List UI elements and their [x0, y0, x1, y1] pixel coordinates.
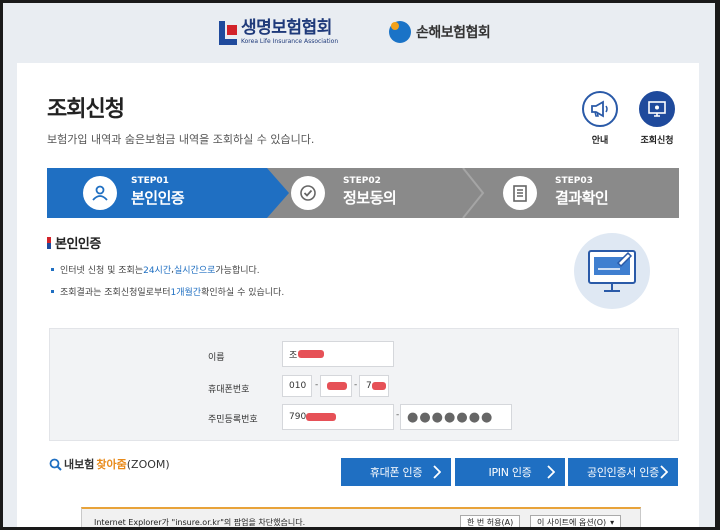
ipin-auth-button[interactable]: IPIN 인증 — [455, 458, 565, 486]
logo-left-korean: 생명보험협회 — [241, 18, 332, 38]
chevron-right-icon — [660, 465, 668, 479]
check-circle-icon — [291, 176, 325, 210]
site-options-button[interactable]: 이 사이트에 옵션(O) ▾ — [530, 515, 622, 527]
phone-middle-field[interactable] — [320, 375, 352, 397]
life-insurance-logo-mark — [219, 20, 237, 45]
phone-prefix-value: 010 — [289, 381, 307, 391]
info-text: 확인하실 수 있습니다. — [201, 288, 285, 298]
chevron-down-icon: ▾ — [610, 517, 615, 527]
redaction-mark — [298, 350, 325, 358]
zoom-link[interactable]: 내보험 찾아줌 (ZOOM) — [49, 456, 170, 472]
section-title: 본인인증 — [47, 233, 101, 252]
step-separator-arrow — [462, 168, 485, 218]
name-field[interactable]: 조 — [282, 341, 394, 367]
chevron-right-icon — [433, 465, 441, 479]
phone-dash: - — [315, 380, 319, 390]
allow-once-button-label: 한 번 허용(A) — [467, 517, 514, 527]
step-02: STEP02 정보동의 — [287, 168, 457, 218]
zoom-link-suffix: (ZOOM) — [126, 457, 170, 471]
info-highlight: 24시간 — [143, 266, 172, 276]
association-logos: 생명보험협회 Korea Life Insurance Association … — [3, 3, 715, 61]
quick-link-guide[interactable]: 안내 — [582, 91, 618, 146]
info-highlight: 1개월간 — [170, 288, 202, 298]
phone-last-value: 7 — [366, 381, 372, 391]
phone-dash: - — [354, 380, 358, 390]
search-icon — [49, 458, 62, 471]
quick-link-guide-label: 안내 — [591, 136, 609, 146]
quick-link-request-label: 조회신청 — [640, 136, 674, 146]
page-description: 보험가입 내역과 숨은보험금 내역을 조회하실 수 있습니다. — [47, 133, 315, 146]
step-01: STEP01 본인인증 — [47, 168, 267, 218]
site-options-button-label: 이 사이트에 옵션(O) — [537, 517, 607, 527]
info-item-hours: 인터넷 신청 및 조회는 24시간, 실시간으로 가능합니다. — [51, 263, 284, 276]
info-highlight: 실시간으로 — [174, 266, 216, 276]
section-title-marker — [47, 236, 51, 249]
megaphone-icon — [582, 91, 618, 127]
step-01-arrow — [267, 168, 289, 218]
monitor-icon — [639, 91, 675, 127]
zoom-link-highlight: 찾아줌 — [96, 458, 127, 471]
section-title-text: 본인인증 — [55, 237, 101, 252]
redaction-mark — [371, 382, 386, 390]
phone-auth-button[interactable]: 휴대폰 인증 — [341, 458, 451, 486]
name-field-value: 조 — [289, 350, 298, 361]
step-01-name: 본인인증 — [131, 188, 185, 207]
info-item-period: 조회결과는 조회신청일로부터 1개월간 확인하실 수 있습니다. — [51, 285, 284, 298]
certificate-auth-button-label: 공인인증서 인증 — [587, 466, 659, 479]
info-list: 인터넷 신청 및 조회는 24시간, 실시간으로 가능합니다. 조회결과는 조회… — [51, 263, 284, 307]
certificate-auth-button[interactable]: 공인인증서 인증 — [568, 458, 678, 486]
redaction-mark — [327, 382, 347, 390]
rrn-front-value: 790 — [289, 412, 307, 422]
phone-last-field[interactable]: 7 — [359, 375, 389, 397]
rrn-back-field[interactable]: ●●●●●●● — [400, 404, 512, 430]
allow-once-button[interactable]: 한 번 허용(A) — [460, 515, 521, 527]
life-insurance-association-logo[interactable]: 생명보험협회 Korea Life Insurance Association — [219, 20, 338, 45]
document-icon — [503, 176, 537, 210]
logo-left-english: Korea Life Insurance Association — [241, 38, 339, 45]
step-02-number: STEP02 — [343, 176, 381, 186]
non-life-insurance-association-logo[interactable]: 손해보험협회 — [389, 21, 491, 43]
popup-blocked-notification: Internet Explorer가 "insure.or.kr"의 팝업을 차… — [81, 507, 641, 527]
step-progress-bar: STEP01 본인인증 STEP02 정보동의 STEP03 결과확인 — [47, 168, 679, 218]
phone-auth-button-label: 휴대폰 인증 — [369, 466, 423, 479]
identity-form: 이름 조 휴대폰번호 010 - - 7 주민등록번호 790 - ●●●●●●… — [49, 328, 679, 441]
name-label: 이름 — [208, 353, 225, 363]
rrn-front-field[interactable]: 790 — [282, 404, 394, 430]
rrn-label: 주민등록번호 — [208, 415, 258, 425]
user-icon — [83, 176, 117, 210]
info-text: 인터넷 신청 및 조회는 — [60, 266, 144, 276]
phone-label: 휴대폰번호 — [208, 385, 250, 395]
non-life-insurance-logo-mark — [389, 21, 411, 43]
page-title: 조회신청 — [47, 97, 125, 122]
step-03-name: 결과확인 — [555, 188, 609, 207]
chevron-right-icon — [547, 465, 555, 479]
ipin-auth-button-label: IPIN 인증 — [488, 466, 532, 479]
step-01-number: STEP01 — [131, 176, 169, 186]
quick-link-request[interactable]: 조회신청 — [639, 91, 675, 146]
browser-viewport: 생명보험협회 Korea Life Insurance Association … — [3, 3, 715, 527]
step-03-number: STEP03 — [555, 176, 593, 186]
step-02-name: 정보동의 — [343, 188, 397, 207]
phone-prefix-field[interactable]: 010 — [282, 375, 312, 397]
logo-right-korean: 손해보험협회 — [416, 25, 491, 41]
info-text: 조회결과는 조회신청일로부터 — [60, 288, 171, 298]
notification-message: Internet Explorer가 "insure.or.kr"의 팝업을 차… — [94, 518, 306, 527]
rrn-back-masked: ●●●●●●● — [407, 409, 494, 425]
authentication-illustration — [574, 233, 650, 309]
redaction-mark — [306, 413, 337, 421]
rrn-dash: - — [396, 410, 400, 420]
main-card: 조회신청 보험가입 내역과 숨은보험금 내역을 조회하실 수 있습니다. 안내 … — [17, 63, 699, 527]
info-text: 가능합니다. — [215, 266, 260, 276]
step-03: STEP03 결과확인 — [499, 168, 679, 218]
zoom-link-prefix: 내보험 — [64, 458, 95, 471]
